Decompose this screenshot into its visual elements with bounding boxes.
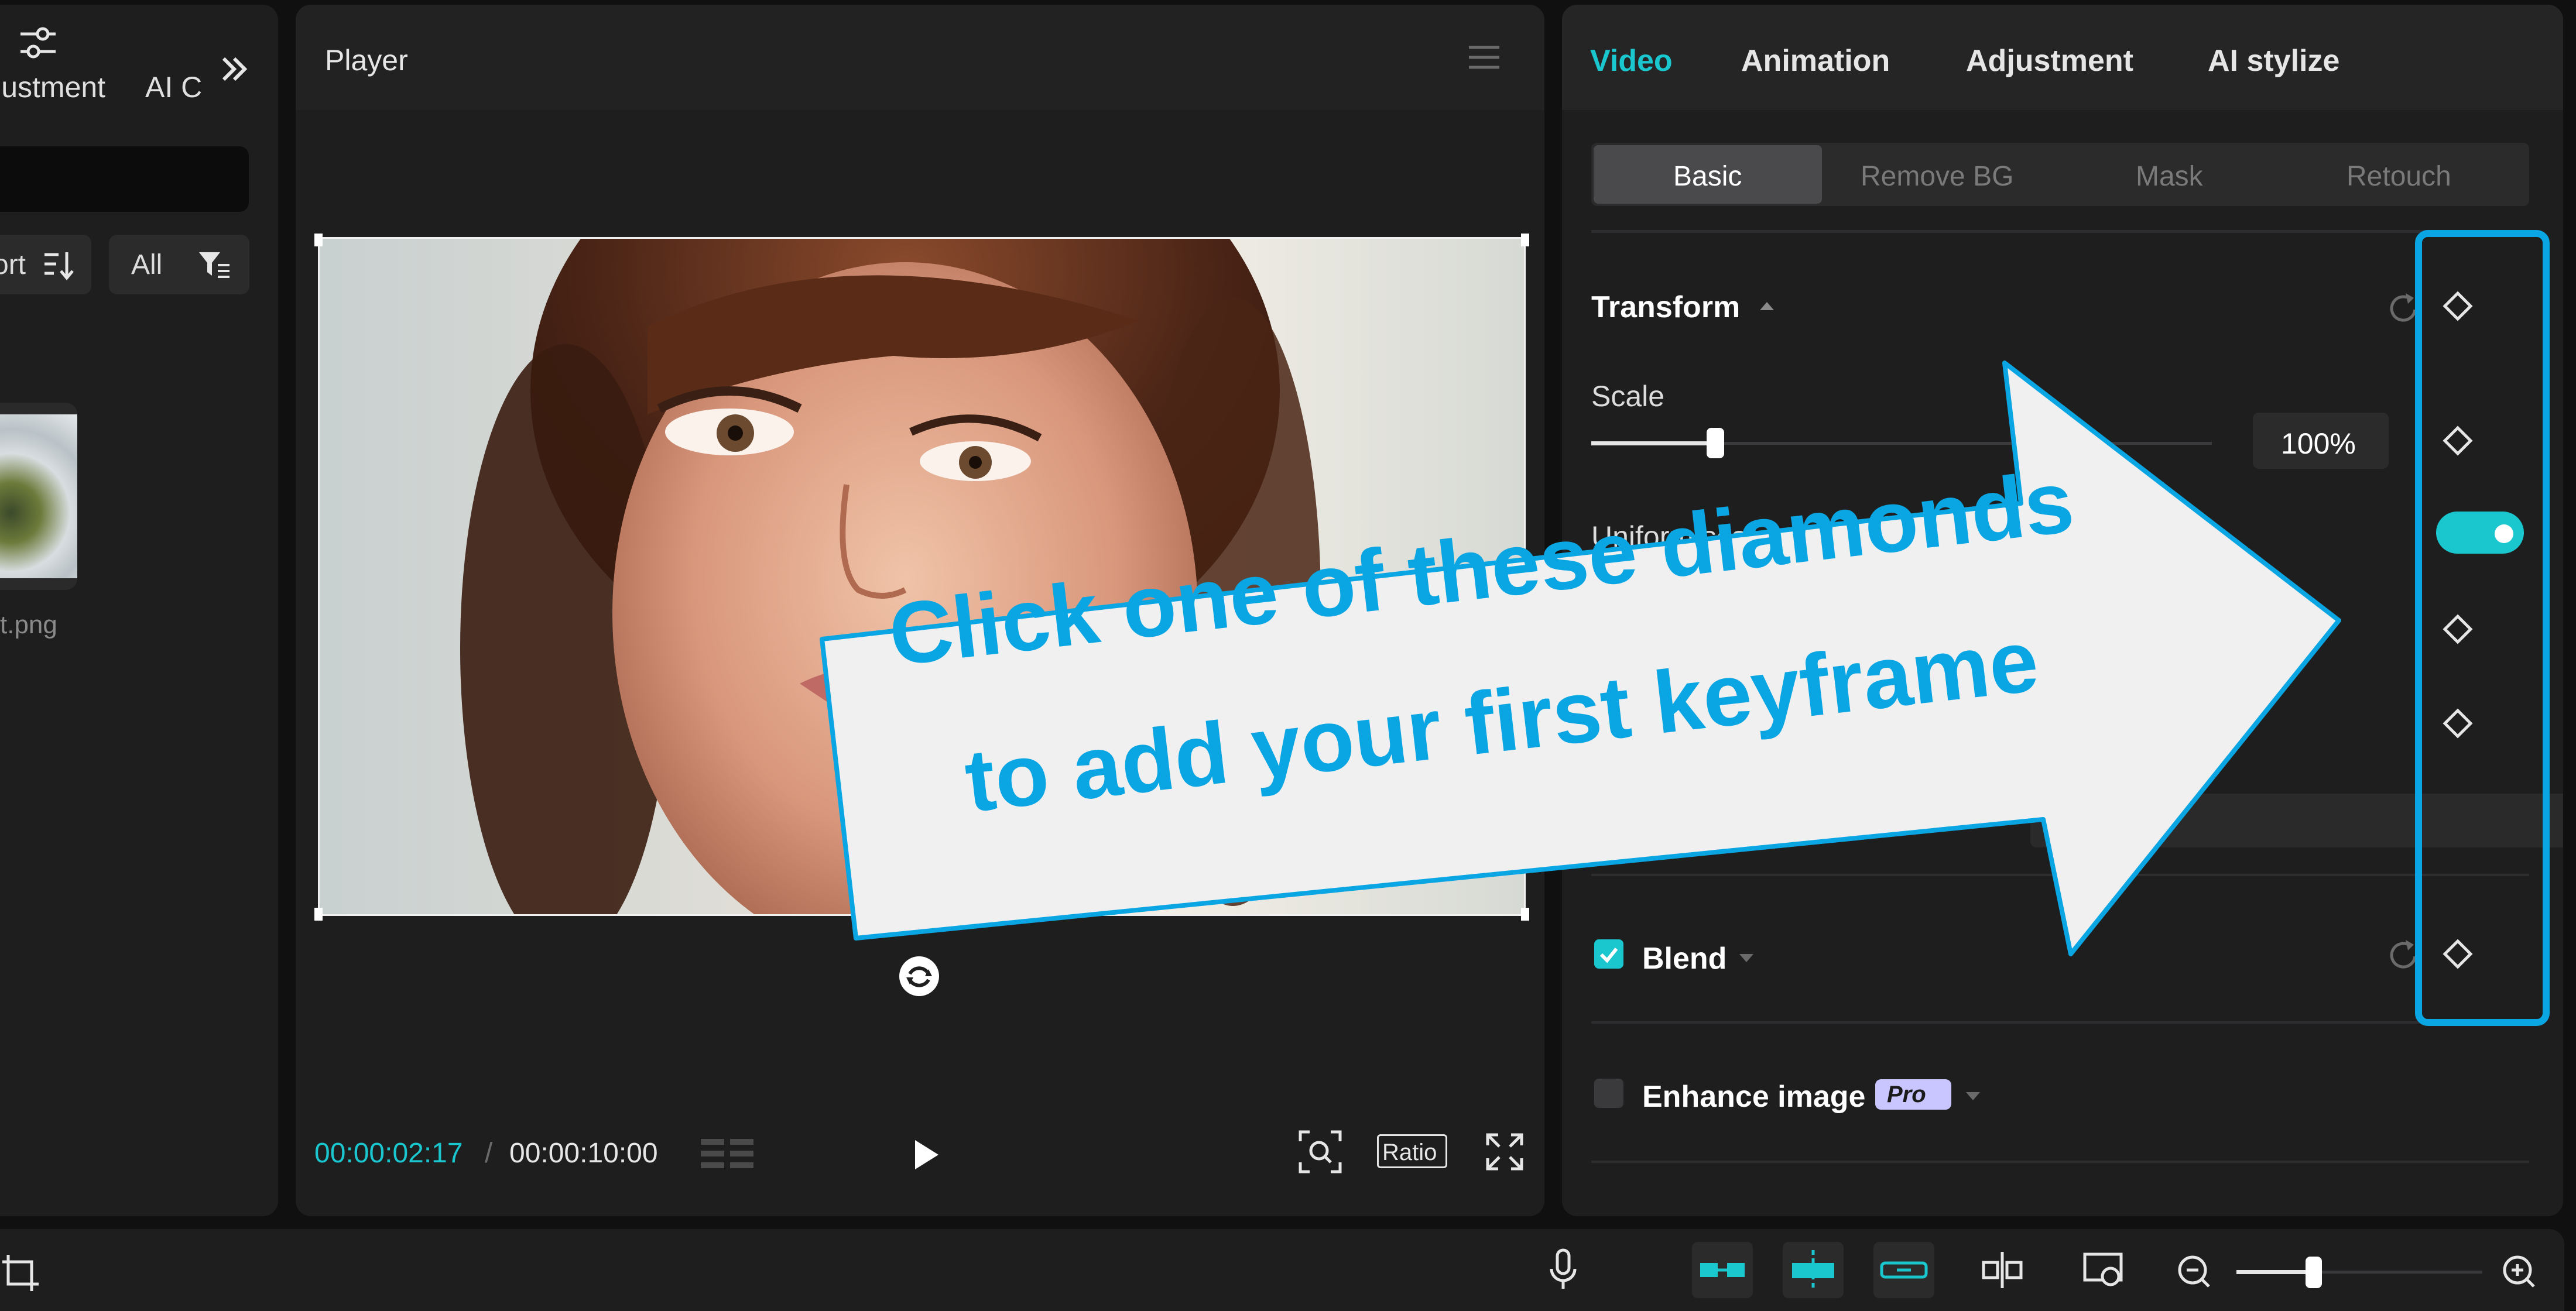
divider xyxy=(1591,230,2529,233)
current-time: 00:00:02:17 xyxy=(314,1138,463,1169)
menu-icon[interactable] xyxy=(1467,43,1502,72)
grid-view-icon[interactable] xyxy=(698,1135,757,1173)
tab-animation[interactable]: Animation xyxy=(1741,43,1890,78)
sliders-icon[interactable] xyxy=(15,22,61,63)
tab-ai[interactable]: AI C xyxy=(145,70,202,104)
tab-adjustment[interactable]: ljustment xyxy=(0,70,105,104)
enhance-checkbox[interactable] xyxy=(1594,1079,1623,1108)
pro-badge: Pro xyxy=(1875,1079,1951,1110)
zoom-in-icon[interactable] xyxy=(2500,1252,2537,1290)
pro-badge-label: Pro xyxy=(1887,1082,1926,1107)
link-clips-icon xyxy=(1700,1263,1745,1277)
microphone-icon[interactable] xyxy=(1546,1247,1581,1293)
keyframe-highlight-box xyxy=(2415,230,2550,1026)
magnet-icon xyxy=(1792,1250,1834,1290)
zoom-out-icon[interactable] xyxy=(2175,1252,2212,1290)
player-title: Player xyxy=(325,44,408,77)
sort-label: ort xyxy=(0,249,26,280)
preview-axis-button[interactable] xyxy=(1873,1242,1934,1298)
double-chevron-right-icon[interactable] xyxy=(217,52,252,87)
media-panel: ljustment AI C ort All t.png xyxy=(0,5,278,1216)
tab-ai-stylize[interactable]: AI stylize xyxy=(2208,43,2339,78)
media-thumbnail[interactable] xyxy=(0,403,77,590)
media-file-name: t.png xyxy=(0,610,57,639)
divider xyxy=(1591,1161,2529,1163)
total-time: 00:00:10:00 xyxy=(509,1138,658,1169)
caret-down-icon[interactable] xyxy=(1961,1087,1985,1105)
subtab-mask[interactable]: Mask xyxy=(2136,160,2203,193)
play-icon[interactable] xyxy=(905,1134,946,1175)
zoom-slider-fill xyxy=(2236,1270,2313,1274)
player-header xyxy=(296,5,1544,110)
tab-adjustment[interactable]: Adjustment xyxy=(1966,43,2133,78)
selection-handle[interactable] xyxy=(1521,234,1529,246)
subtab-retouch[interactable]: Retouch xyxy=(2347,160,2451,193)
caret-up-icon[interactable] xyxy=(1755,297,1779,315)
zoom-slider-thumb[interactable] xyxy=(2306,1257,2322,1288)
subtab-basic-label: Basic xyxy=(1673,161,1742,192)
crop-icon[interactable] xyxy=(0,1252,41,1293)
filter-label: All xyxy=(131,249,163,280)
sort-icon xyxy=(44,252,74,280)
preview-axis-icon xyxy=(1880,1261,1928,1279)
divider xyxy=(1591,1021,2529,1024)
sort-button[interactable]: ort xyxy=(0,235,91,294)
split-icon[interactable] xyxy=(1979,1250,2026,1291)
time-separator: / xyxy=(485,1138,493,1169)
ratio-label: Ratio xyxy=(1382,1140,1437,1165)
ratio-button[interactable]: Ratio xyxy=(1377,1134,1447,1168)
search-input[interactable] xyxy=(0,146,249,212)
selection-handle[interactable] xyxy=(314,908,323,921)
filter-icon xyxy=(199,252,229,278)
zoom-preview-icon[interactable] xyxy=(1297,1128,1344,1175)
filter-button[interactable]: All xyxy=(109,235,249,294)
preview-quality-icon[interactable] xyxy=(2081,1250,2128,1291)
subtab-basic[interactable]: Basic xyxy=(1594,145,1822,204)
fullscreen-icon[interactable] xyxy=(1484,1131,1525,1172)
magnet-button[interactable] xyxy=(1783,1242,1844,1298)
transform-heading[interactable]: Transform xyxy=(1591,290,1740,325)
subtab-bar: Basic Remove BG Mask Retouch xyxy=(1591,143,2529,206)
timeline-toolbar xyxy=(0,1229,2564,1311)
selection-handle[interactable] xyxy=(314,234,323,246)
subtab-remove-bg[interactable]: Remove BG xyxy=(1861,160,2013,193)
zoom-slider[interactable] xyxy=(2236,1257,2482,1288)
enhance-label[interactable]: Enhance image xyxy=(1642,1079,1865,1114)
tab-video[interactable]: Video xyxy=(1590,43,1673,78)
link-clips-button[interactable] xyxy=(1692,1242,1753,1298)
